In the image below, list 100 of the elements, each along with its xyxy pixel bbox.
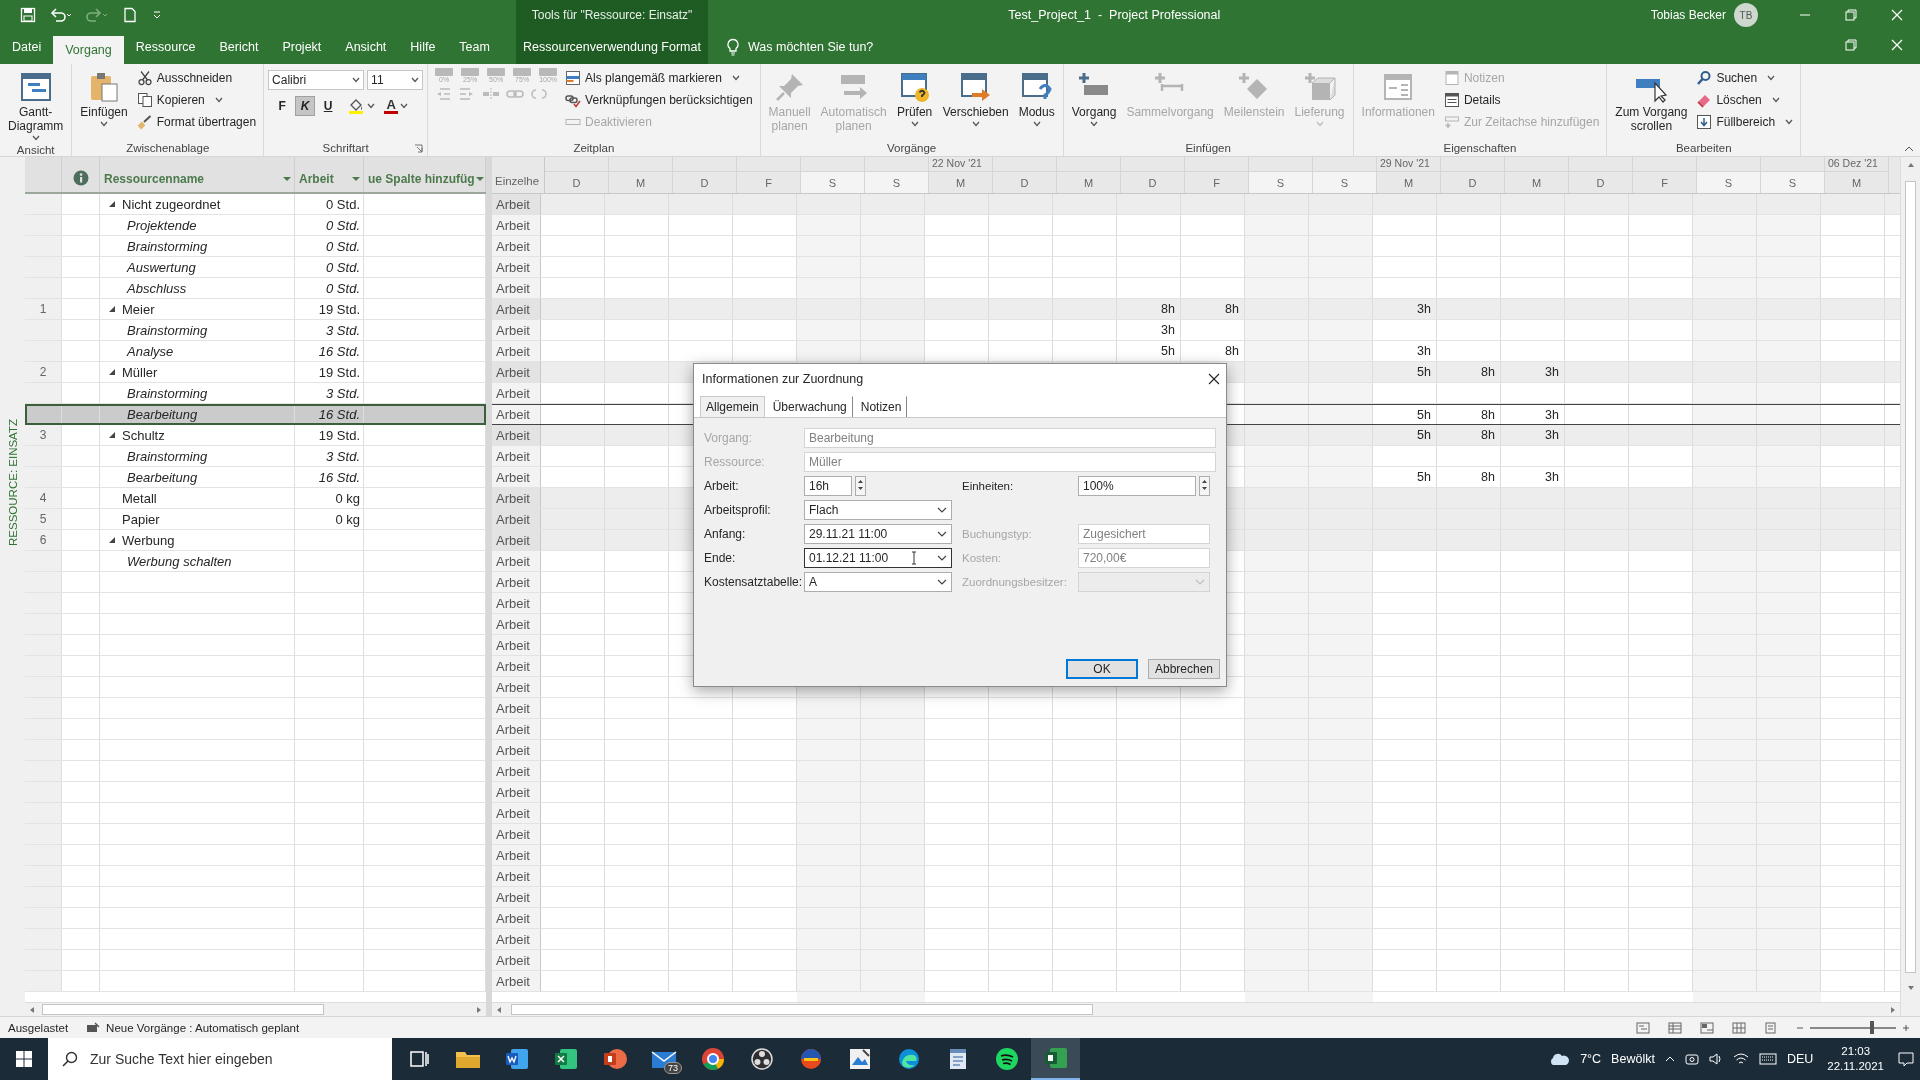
highlight-fill-icon[interactable]: [347, 97, 366, 115]
restore-icon[interactable]: [1845, 9, 1857, 21]
ribbon-button[interactable]: Format übertragen: [133, 112, 260, 132]
scroll-up-icon[interactable]: [1906, 161, 1915, 169]
table-row[interactable]: 4 Metall 0 kg: [25, 488, 486, 509]
brush-icon[interactable]: [136, 114, 153, 130]
chevron-up-icon[interactable]: [1664, 1055, 1675, 1063]
taskbar-search-field[interactable]: Zur Suche Text hier eingeben: [48, 1038, 392, 1080]
ribbon-button[interactable]: Zum Vorgang scrollen: [1611, 68, 1692, 136]
table-row[interactable]: Brainstorming 3 Std.: [25, 446, 486, 467]
scissors-icon[interactable]: [136, 70, 153, 86]
scrollbar[interactable]: [1900, 157, 1920, 1016]
ribbon-button[interactable]: Prüfen: [892, 68, 937, 130]
scrollbar-thumb[interactable]: [511, 1004, 1093, 1015]
details-icon[interactable]: [1443, 92, 1460, 108]
keyboard-icon[interactable]: [1758, 1053, 1777, 1065]
undo-icon[interactable]: [50, 7, 72, 23]
language-indicator[interactable]: DEU: [1786, 1052, 1814, 1066]
column-header[interactable]: Arbeit: [295, 172, 363, 186]
notification-icon[interactable]: [1898, 1051, 1914, 1067]
expanded-triangle-icon[interactable]: [108, 431, 116, 439]
save-icon[interactable]: [20, 7, 36, 23]
taskbar-button[interactable]: 73: [639, 1038, 688, 1080]
ribbon-tab[interactable]: Vorgang: [53, 36, 124, 64]
dialog-button[interactable]: Abbrechen: [1148, 659, 1220, 679]
dropdown-chevron-icon[interactable]: [937, 555, 947, 561]
spin-up-icon[interactable]: [856, 477, 865, 485]
ribbon-button[interactable]: Ausschneiden: [133, 68, 260, 88]
restore-icon[interactable]: [1845, 39, 1857, 51]
view-grid-icon[interactable]: [1732, 1021, 1746, 1034]
table-row[interactable]: Abschluss 0 Std.: [25, 278, 486, 299]
project-app-icon[interactable]: [1043, 1046, 1068, 1070]
excel-icon[interactable]: [553, 1047, 578, 1071]
dropdown-field[interactable]: A: [804, 572, 952, 592]
word-icon[interactable]: [504, 1047, 529, 1071]
user-avatar[interactable]: TB: [1734, 3, 1758, 27]
table-row[interactable]: Brainstorming 3 Std.: [25, 320, 486, 341]
scrollbar[interactable]: [25, 1002, 486, 1016]
ribbon-tab[interactable]: Hilfe: [398, 30, 448, 64]
filter-arrow-icon[interactable]: [351, 176, 361, 182]
weather-text[interactable]: Bewölkt: [1611, 1052, 1655, 1066]
browser-icon[interactable]: [700, 1047, 725, 1071]
music-app-icon[interactable]: [994, 1047, 1019, 1071]
ribbon-button[interactable]: Als plangemäß markieren: [562, 68, 756, 88]
ribbon-button[interactable]: Verschieben: [938, 68, 1013, 130]
font-size-field[interactable]: 11: [367, 70, 424, 90]
dropdown-chevron-icon[interactable]: [937, 579, 947, 585]
ribbon-tab[interactable]: Team: [447, 30, 502, 64]
ribbon-tab[interactable]: Ressourcenverwendung Format: [516, 30, 708, 64]
table-row[interactable]: Projektende 0 Std.: [25, 215, 486, 236]
mail-icon[interactable]: [650, 1048, 677, 1070]
table-row[interactable]: 6 Werbung: [25, 530, 486, 551]
filter-arrow-icon[interactable]: [474, 176, 485, 182]
circle-app-icon[interactable]: [798, 1047, 823, 1071]
ribbon-tab[interactable]: Projekt: [270, 30, 334, 64]
font-style-button[interactable]: U: [318, 96, 339, 116]
dialog-button[interactable]: OK: [1066, 659, 1138, 679]
dialog-launcher-icon[interactable]: [414, 144, 424, 153]
ribbon-button[interactable]: Kopieren: [133, 90, 260, 110]
ribbon-button[interactable]: Einfügen: [76, 68, 132, 130]
scrollbar[interactable]: [492, 1002, 1900, 1016]
start-icon[interactable]: [16, 1051, 32, 1067]
spin-buttons[interactable]: [1199, 476, 1210, 496]
spin-buttons[interactable]: [855, 476, 866, 496]
view-usage-icon[interactable]: [1700, 1021, 1714, 1034]
scroll-left-icon[interactable]: [28, 1005, 36, 1014]
ribbon-button[interactable]: Löschen: [1693, 90, 1797, 110]
ribbon-button[interactable]: Suchen: [1693, 68, 1797, 88]
dialog-tab[interactable]: Überwachung: [766, 396, 853, 417]
dialog-tab[interactable]: Notizen: [854, 396, 908, 417]
dropdown-field[interactable]: 01.12.21 11:00: [804, 548, 952, 568]
expanded-triangle-icon[interactable]: [108, 305, 116, 313]
expanded-triangle-icon[interactable]: [108, 536, 116, 544]
column-header[interactable]: Ressourcenname: [100, 172, 294, 186]
table-row[interactable]: Auswertung 0 Std.: [25, 257, 486, 278]
expanded-triangle-icon[interactable]: [108, 368, 116, 376]
table-row[interactable]: Brainstorming 3 Std.: [25, 383, 486, 404]
dropdown-field[interactable]: 29.11.21 11:00: [804, 524, 952, 544]
clipboard-icon[interactable]: [88, 71, 121, 103]
wave-browser-icon[interactable]: [896, 1047, 921, 1071]
calendar-arrow-icon[interactable]: [959, 71, 992, 103]
ribbon-tab[interactable]: Datei: [0, 30, 54, 64]
clock-time[interactable]: 21:03: [1841, 1044, 1871, 1059]
table-row[interactable]: 2 Müller 19 Std.: [25, 362, 486, 383]
speaker-icon[interactable]: [1708, 1052, 1723, 1066]
search-icon[interactable]: [1696, 70, 1713, 86]
table-row[interactable]: Bearbeitung 16 Std.: [25, 467, 486, 488]
ribbon-button[interactable]: Füllbereich: [1693, 112, 1797, 132]
collapse-ribbon-icon[interactable]: [1904, 146, 1914, 152]
table-row[interactable]: 3 Schultz 19 Std.: [25, 425, 486, 446]
scroll-left-icon[interactable]: [495, 1005, 503, 1014]
ribbon-button[interactable]: Details: [1440, 90, 1603, 110]
font-style-button[interactable]: K: [295, 96, 316, 116]
eraser-icon[interactable]: [1696, 92, 1713, 108]
camera-icon[interactable]: [1684, 1052, 1699, 1066]
table-row[interactable]: Analyse 16 Std.: [25, 341, 486, 362]
weather-temperature[interactable]: 7°C: [1580, 1052, 1602, 1066]
font-name-field[interactable]: Calibri: [268, 70, 365, 90]
table-row[interactable]: Werbung schalten: [25, 551, 486, 572]
clock-date[interactable]: 22.11.2021: [1827, 1059, 1884, 1074]
